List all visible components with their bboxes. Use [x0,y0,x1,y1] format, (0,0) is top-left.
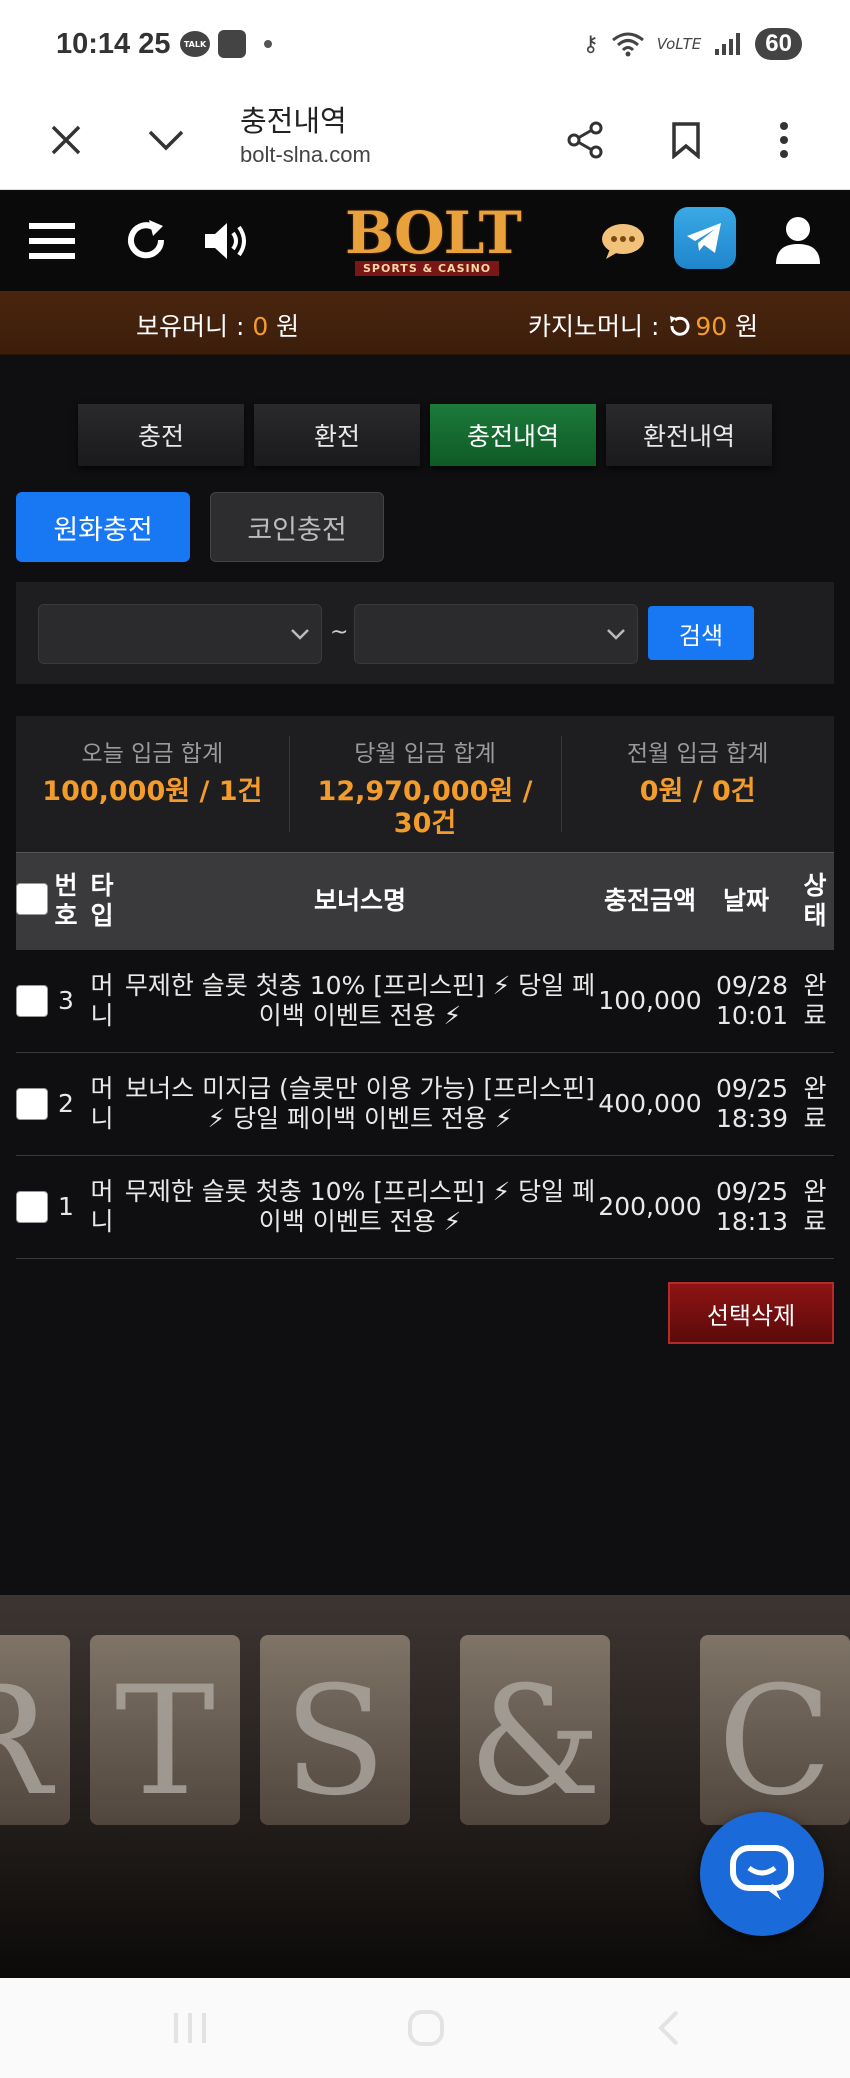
row-checkbox[interactable] [16,1191,48,1223]
battery-indicator: 60 [755,28,802,60]
chevron-down-icon [289,619,311,653]
row-checkbox[interactable] [16,1088,48,1120]
table-row: 2 머니 보너스 미지급 (슬롯만 이용 가능) [프리스핀] ⚡ 당일 페이백… [16,1053,834,1156]
deposit-summary: 오늘 입금 합계 100,000원 / 1건 당월 입금 합계 12,970,0… [16,716,834,852]
kakaotalk-icon: TALK [180,31,210,57]
share-icon[interactable] [558,112,614,168]
summary-today: 오늘 입금 합계 100,000원 / 1건 [42,741,263,807]
more-notifications-dot [264,40,272,48]
site-logo[interactable]: BOLT SPORTS & CASINO [325,197,525,285]
currency-tabs: 원화충전 코인충전 [16,492,384,562]
money-bar: 보유머니 : 0 원 카지노머니 : 90 원 [0,291,850,355]
reload-icon[interactable] [667,314,691,344]
row-bonus: 무제한 슬롯 첫충 10% [프리스핀] ⚡ 당일 페이백 이벤트 전용 ⚡ [124,971,596,1030]
holding-money: 보유머니 : 0 원 [136,312,300,341]
header-number: 번호 [54,871,78,930]
row-status: 완료 [803,971,827,1030]
header-type: 타입 [90,871,114,930]
page-title: 충전내역 [240,104,347,138]
row-amount: 400,000 [598,1089,702,1118]
status-bar: 10:14 25 TALK ⚷ VoLTE 60 [0,0,850,90]
bookmark-icon[interactable] [658,112,714,168]
row-checkbox[interactable] [16,985,48,1017]
tab-withdraw-history[interactable]: 환전내역 [606,404,772,466]
row-bonus: 보너스 미지급 (슬롯만 이용 가능) [프리스핀] ⚡ 당일 페이백 이벤트 … [125,1074,595,1133]
banner-letter: & [460,1635,610,1829]
recents-icon[interactable] [168,2006,212,2050]
casino-money: 카지노머니 : 90 원 [528,307,758,344]
volte-icon: VoLTE [656,35,702,53]
row-number: 1 [58,1192,74,1221]
telegram-icon[interactable] [674,207,736,269]
tab-krw-deposit[interactable]: 원화충전 [16,492,190,562]
more-vert-icon[interactable] [756,112,812,168]
end-date-select[interactable] [354,604,638,664]
banner-letter: S [260,1635,410,1829]
close-icon[interactable] [38,112,94,168]
tab-deposit[interactable]: 충전 [78,404,244,466]
date-range-separator: ~ [330,620,349,645]
row-date: 09/28 10:01 [716,971,789,1030]
live-chat-button[interactable] [700,1812,824,1936]
row-status: 완료 [803,1074,827,1133]
row-status: 완료 [803,1177,827,1236]
tab-deposit-history[interactable]: 충전내역 [430,404,596,466]
sound-icon[interactable] [200,213,256,269]
home-icon[interactable] [404,2006,448,2050]
site-header: BOLT SPORTS & CASINO [0,191,850,291]
page-url[interactable]: bolt-slna.com [240,142,371,168]
row-amount: 200,000 [598,1192,702,1221]
chat-bubble-icon[interactable] [598,213,648,269]
system-nav-bar [0,1978,850,2078]
summary-this-month: 당월 입금 합계 12,970,000원 / 30건 [288,716,562,852]
deposit-history-table: 번호 타입 보너스명 충전금액 날짜 상태 3 머니 무제한 슬롯 첫충 10%… [16,852,834,1259]
table-row: 3 머니 무제한 슬롯 첫충 10% [프리스핀] ⚡ 당일 페이백 이벤트 전… [16,950,834,1053]
menu-icon[interactable] [24,213,80,269]
row-number: 3 [58,986,74,1015]
notification-app-icon [218,30,246,58]
header-bonus: 보너스명 [313,886,406,915]
header-date: 날짜 [722,886,769,915]
chat-icon [730,1845,794,1900]
start-date-select[interactable] [38,604,322,664]
tab-withdraw[interactable]: 환전 [254,404,420,466]
user-icon[interactable] [770,213,826,269]
row-type: 머니 [90,1074,114,1133]
delete-selected-button[interactable]: 선택삭제 [668,1282,834,1344]
row-number: 2 [58,1089,74,1118]
main-tabs: 충전 환전 충전내역 환전내역 [78,404,772,466]
summary-last-month: 전월 입금 합계 0원 / 0건 [561,716,834,852]
signal-icon [715,33,741,55]
tab-coin-deposit[interactable]: 코인충전 [210,492,384,562]
row-bonus: 무제한 슬롯 첫충 10% [프리스핀] ⚡ 당일 페이백 이벤트 전용 ⚡ [124,1177,596,1236]
table-row: 1 머니 무제한 슬롯 첫충 10% [프리스핀] ⚡ 당일 페이백 이벤트 전… [16,1156,834,1259]
wifi-icon [611,32,644,57]
row-date: 09/25 18:39 [716,1074,789,1133]
row-type: 머니 [90,1177,114,1236]
vpn-key-icon: ⚷ [582,31,599,57]
table-header: 번호 타입 보너스명 충전금액 날짜 상태 [16,852,834,950]
search-button[interactable]: 검색 [648,606,754,660]
row-amount: 100,000 [598,986,702,1015]
banner-letter: T [90,1635,240,1829]
banner-letter: R [0,1635,70,1829]
chevron-down-icon[interactable] [138,112,194,168]
header-amount: 충전금액 [603,886,696,915]
status-time: 10:14 25 [56,28,171,60]
back-icon[interactable] [646,2006,690,2050]
chevron-down-icon [605,619,627,653]
header-status: 상태 [803,871,827,930]
search-panel: ~ 검색 [16,582,834,684]
select-all-checkbox[interactable] [16,883,48,915]
browser-toolbar: 충전내역 bolt-slna.com [0,90,850,190]
row-type: 머니 [90,971,114,1030]
row-date: 09/25 18:13 [716,1177,789,1236]
refresh-icon[interactable] [118,213,174,269]
banner-letter: C [700,1635,850,1829]
